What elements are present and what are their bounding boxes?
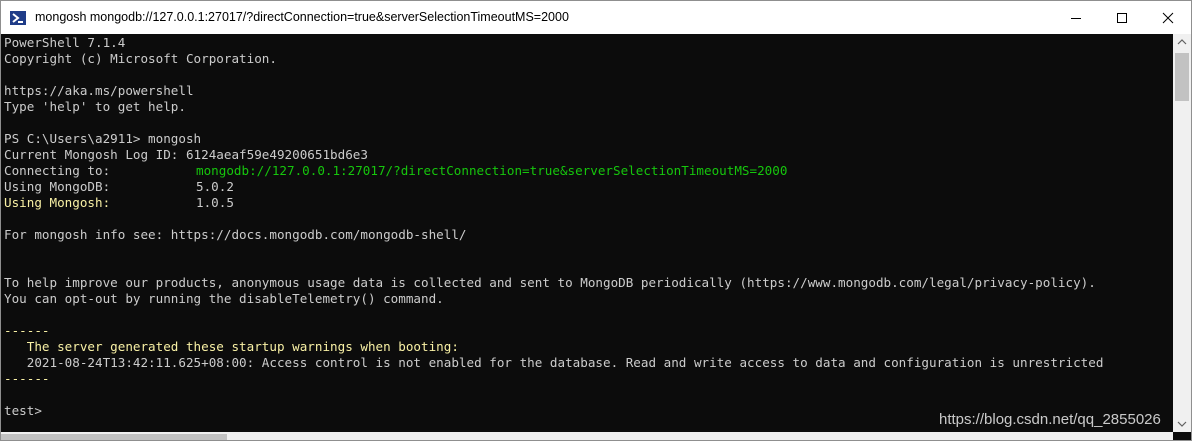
console-line: Current Mongosh Log ID: 6124aeaf59e49200… [4, 147, 368, 162]
close-button[interactable] [1145, 1, 1191, 34]
warning-separator: ------ [4, 371, 50, 386]
console-line: https://aka.ms/powershell [4, 83, 194, 98]
scroll-down-button[interactable] [1173, 415, 1191, 432]
minimize-button[interactable] [1053, 1, 1099, 34]
mongodb-version: 5.0.2 [196, 179, 234, 194]
window-title: mongosh mongodb://127.0.0.1:27017/?direc… [35, 10, 569, 24]
powershell-icon [10, 10, 26, 26]
connecting-to-line: Connecting to: [4, 163, 110, 179]
prompt-text: test> [4, 403, 42, 418]
using-mongodb-label: Using MongoDB: [4, 179, 111, 194]
mongosh-version: 1.0.5 [196, 195, 234, 210]
console-line: Type 'help' to get help. [4, 99, 186, 114]
warning-separator: ------ [4, 323, 50, 338]
console-line: Copyright (c) Microsoft Corporation. [4, 51, 277, 66]
console-line: You can opt-out by running the disableTe… [4, 291, 444, 306]
connecting-to-label: Connecting to: [4, 163, 111, 178]
vertical-scrollbar[interactable] [1173, 34, 1191, 432]
scroll-up-button[interactable] [1173, 34, 1191, 51]
console-line: PS C:\Users\a2911> mongosh [4, 131, 202, 146]
chevron-up-icon [1177, 39, 1187, 45]
horizontal-scrollbar[interactable] [1, 432, 1173, 440]
maximize-icon [1117, 13, 1127, 23]
watermark: https://blog.csdn.net/qq_2855026 [939, 411, 1161, 428]
warning-header: The server generated these startup warni… [4, 339, 459, 354]
console-line: PowerShell 7.1.4 [4, 35, 126, 50]
warning-message: 2021-08-24T13:42:11.625+08:00: Access co… [4, 355, 1104, 370]
shell-prompt[interactable]: test> [4, 403, 42, 419]
chevron-down-icon [1177, 421, 1187, 427]
connection-string: mongodb://127.0.0.1:27017/?directConnect… [196, 163, 788, 178]
console-output[interactable]: PowerShell 7.1.4 Copyright (c) Microsoft… [1, 34, 1173, 432]
minimize-icon [1071, 18, 1081, 19]
using-mongosh-label: Using Mongosh: [4, 195, 111, 210]
maximize-button[interactable] [1099, 1, 1145, 34]
close-icon [1162, 12, 1174, 24]
title-bar[interactable]: mongosh mongodb://127.0.0.1:27017/?direc… [1, 1, 1191, 34]
console-line: For mongosh info see: https://docs.mongo… [4, 227, 467, 242]
console-line: To help improve our products, anonymous … [4, 275, 1096, 290]
terminal-window: mongosh mongodb://127.0.0.1:27017/?direc… [0, 0, 1192, 441]
scrollbar-thumb[interactable] [1175, 53, 1189, 101]
horizontal-scrollbar-thumb[interactable] [1, 434, 227, 440]
